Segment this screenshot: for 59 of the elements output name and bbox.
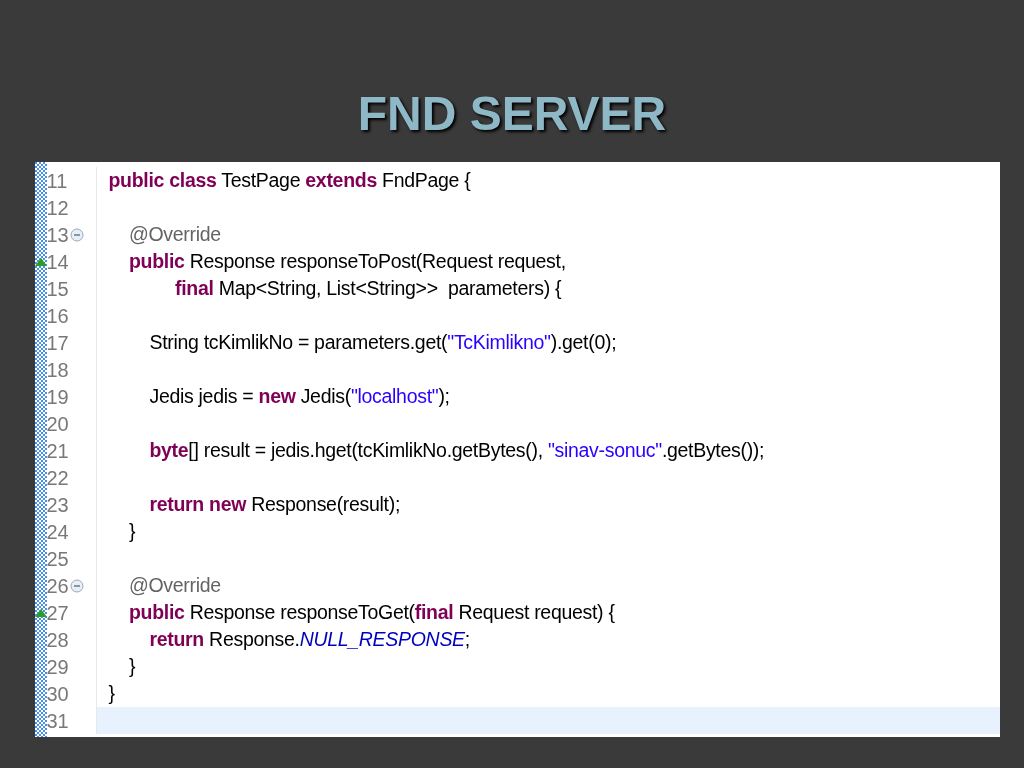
code-keyword: new	[258, 383, 296, 409]
line-number: 19	[46, 386, 69, 407]
line-number: 22	[46, 467, 69, 488]
annotation-text: @Override	[127, 221, 221, 247]
code-keyword: return new	[148, 491, 247, 517]
code-keyword: final	[414, 599, 454, 625]
code-text: Jedis(	[299, 383, 351, 409]
line-number: 15	[46, 278, 69, 299]
line-number: 21	[46, 440, 69, 461]
line-number: 28	[46, 629, 69, 650]
code-text: ).get(0);	[550, 329, 617, 355]
code-keyword: byte	[148, 437, 189, 463]
line-number: 27	[46, 602, 69, 623]
line-number: 25	[46, 548, 69, 569]
line-number: 16	[46, 305, 69, 326]
line-number: 29	[46, 656, 69, 677]
line-number: 24	[46, 521, 69, 542]
code-keyword: extends	[305, 167, 377, 193]
line-number: 23	[46, 494, 69, 515]
collapse-icon[interactable]	[69, 578, 84, 593]
line-number: 17	[46, 332, 69, 353]
code-text: }	[108, 680, 115, 706]
code-keyword: public	[127, 248, 185, 274]
collapse-icon[interactable]	[69, 227, 84, 242]
string-literal: "TcKimlikno"	[447, 329, 551, 355]
code-text: ;	[464, 626, 470, 652]
code-text: }	[127, 653, 136, 679]
code-text: Map<String, List<String>> parameters) {	[217, 275, 562, 301]
line-number: 12	[46, 197, 69, 218]
code-text: .getBytes());	[661, 437, 765, 463]
string-literal: "sinav-sonuc"	[547, 437, 662, 463]
constant-name: NULL_RESPONSE	[299, 626, 465, 652]
line-number: 31	[46, 710, 69, 731]
code-text: String tcKimlikNo = parameters.get(	[148, 329, 448, 355]
line-number: 13	[46, 224, 69, 245]
code-text: Request request) {	[457, 599, 615, 625]
string-literal: "localhost"	[350, 383, 439, 409]
code-keyword: return	[148, 626, 204, 652]
line-number: 20	[46, 413, 69, 434]
code-text: FndPage {	[381, 167, 471, 193]
line-number: 14	[46, 251, 69, 272]
slide-title: FND SERVER	[357, 86, 667, 142]
code-text: Response responseToGet(	[188, 599, 415, 625]
code-keyword: public class	[108, 167, 217, 193]
code-text: Response(result);	[250, 491, 401, 517]
code-text: TestPage	[220, 167, 302, 193]
code-keyword: final	[174, 275, 214, 301]
line-number: 11	[46, 170, 68, 191]
code-text: Response responseToPost(Request request,	[188, 248, 566, 274]
code-text: );	[438, 383, 450, 409]
annotation-text: @Override	[127, 572, 221, 598]
line-number: 26	[46, 575, 69, 596]
line-number: 30	[46, 683, 69, 704]
code-keyword: public	[127, 599, 185, 625]
code-text: Jedis jedis =	[148, 383, 255, 409]
code-text: Response.	[208, 626, 300, 652]
code-text: [] result = jedis.hget(tcKimlikNo.getBytes(),	[188, 437, 544, 463]
code-text: }	[127, 518, 136, 544]
line-number: 18	[46, 359, 69, 380]
